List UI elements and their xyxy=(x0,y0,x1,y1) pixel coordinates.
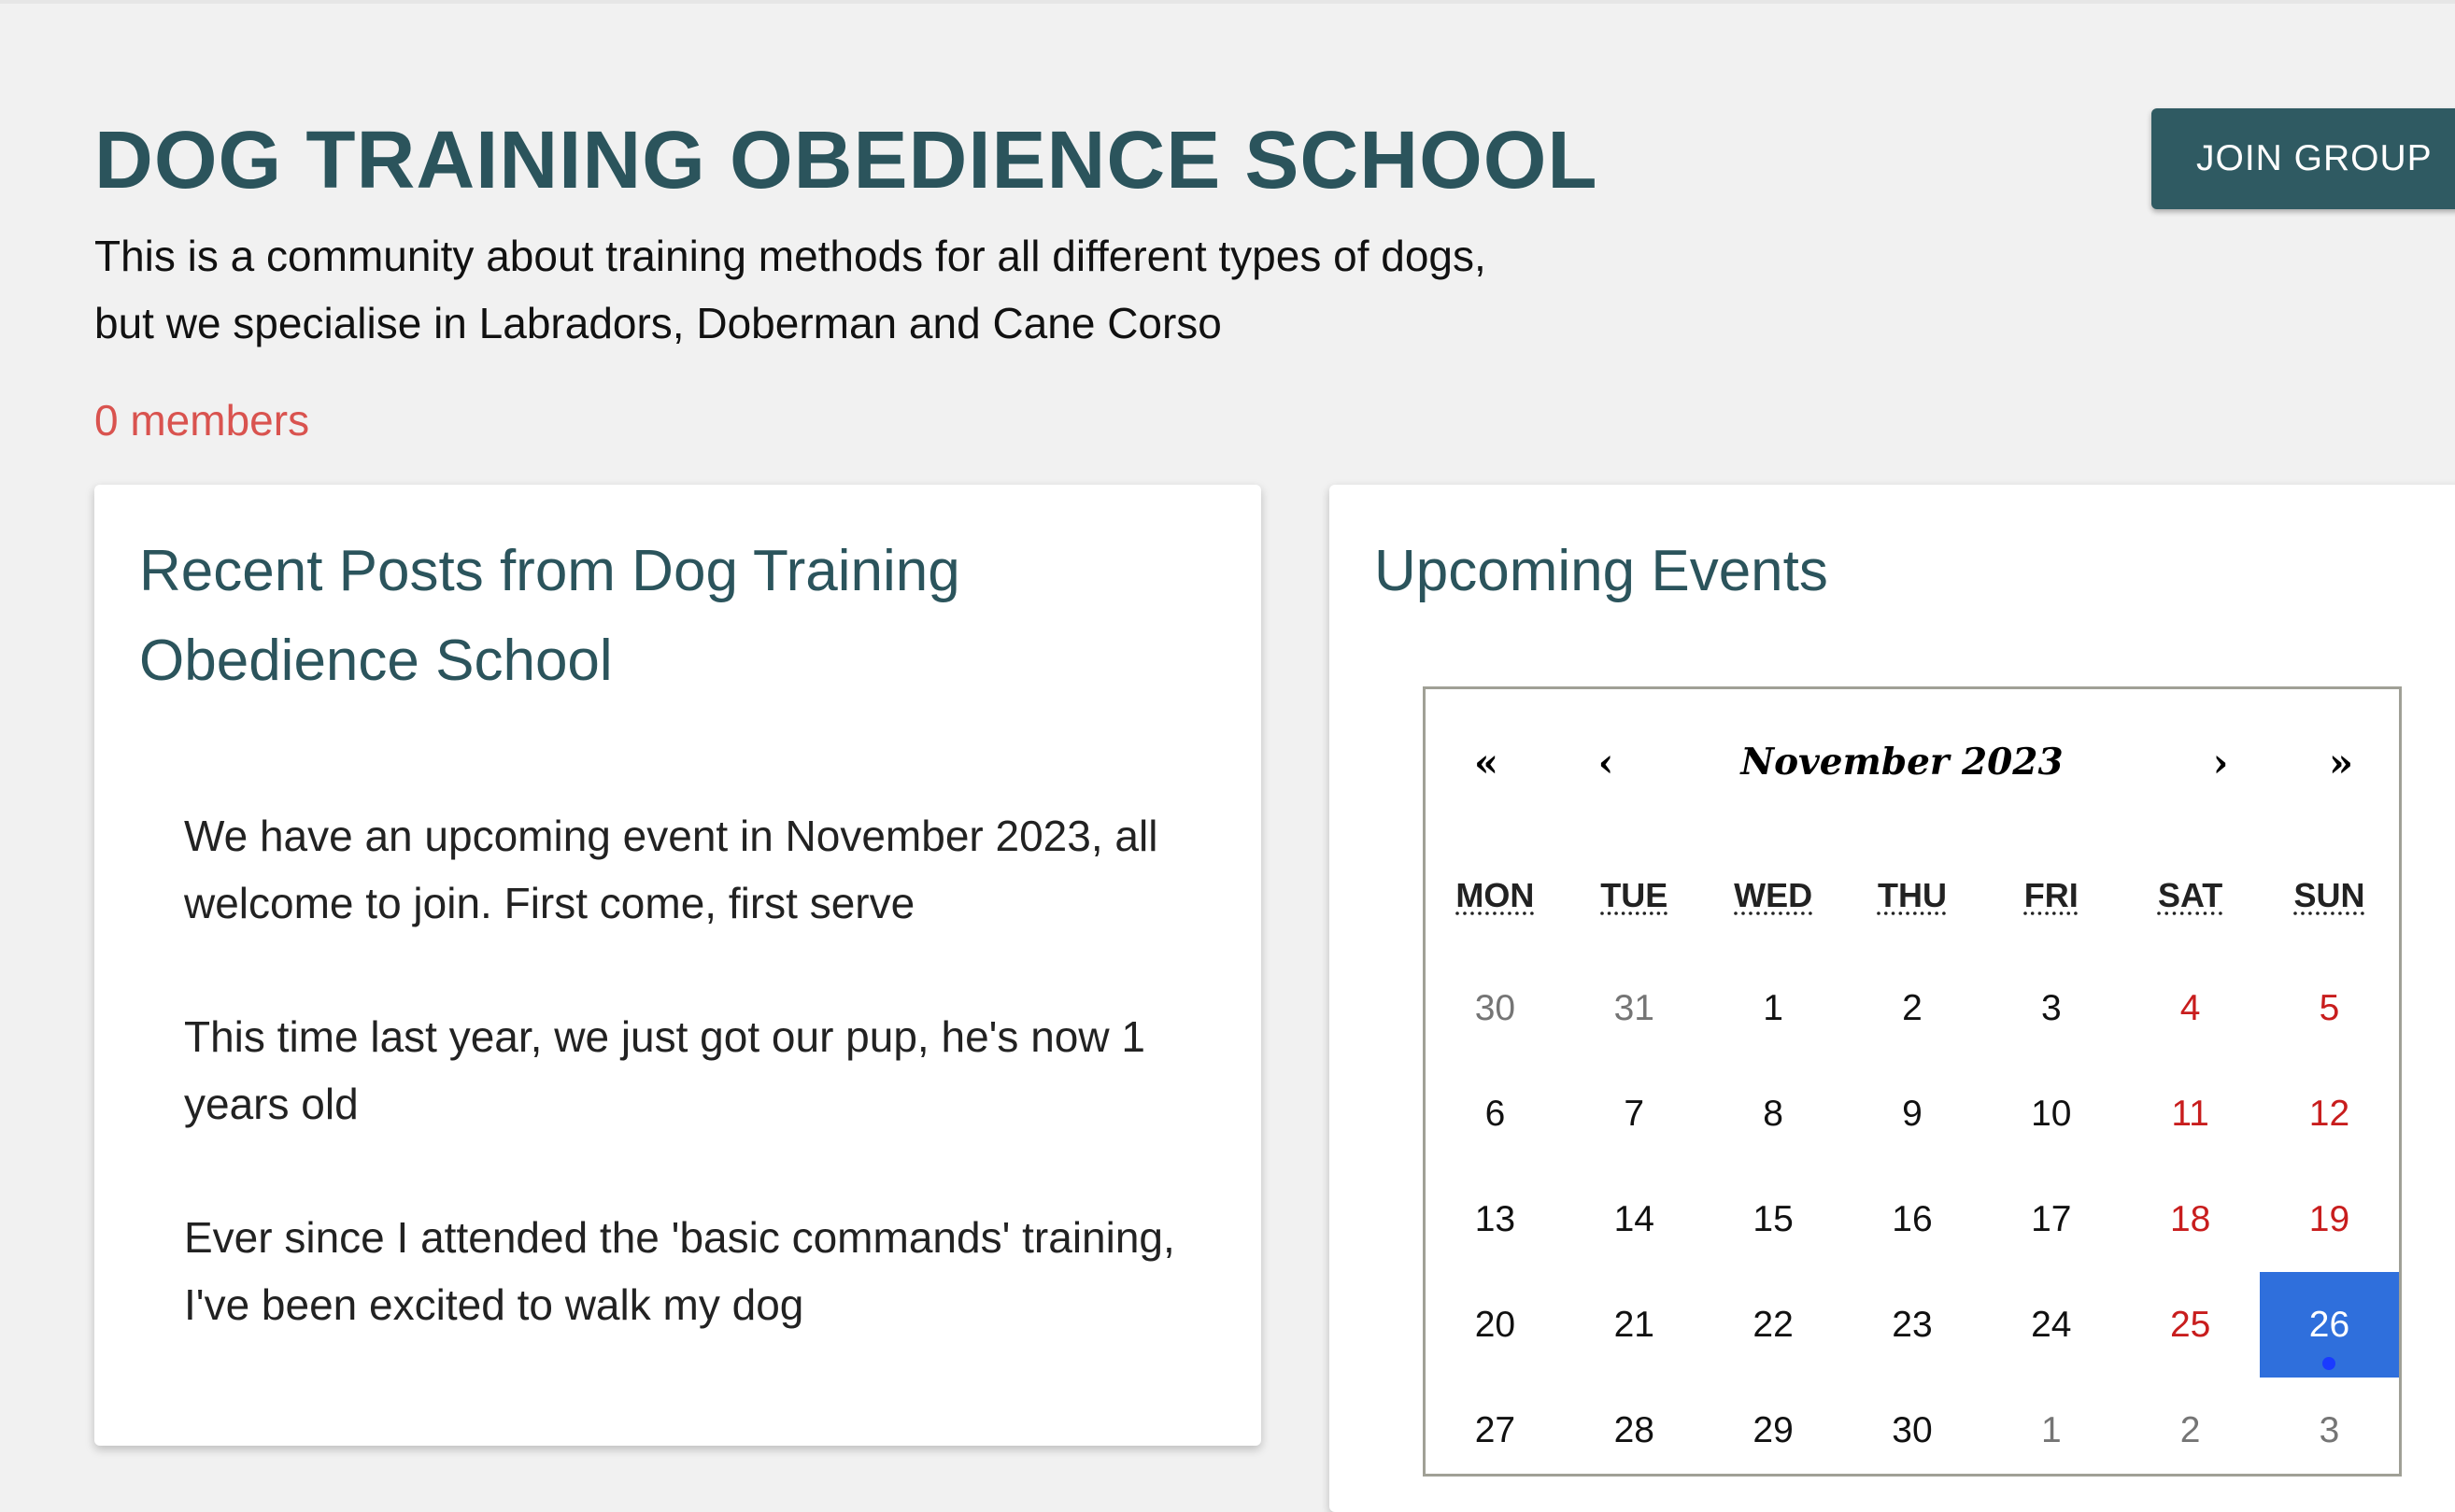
calendar-day[interactable]: 23 xyxy=(1843,1272,1982,1378)
member-count: 0 members xyxy=(94,396,310,445)
weekday-label: TUE xyxy=(1600,876,1668,914)
calendar-day[interactable]: 29 xyxy=(1704,1378,1843,1483)
upcoming-events-card: Upcoming Events « ‹ November 2023 › » MO… xyxy=(1329,485,2455,1512)
calendar: « ‹ November 2023 › » MON TUE WED THU FR… xyxy=(1423,686,2402,1477)
prev-year-button[interactable]: « xyxy=(1449,734,1524,790)
calendar-day[interactable]: 31 xyxy=(1565,955,1704,1061)
calendar-day[interactable]: 4 xyxy=(2121,955,2260,1061)
join-group-button[interactable]: JOIN GROUP xyxy=(2151,108,2455,209)
weekday-label: WED xyxy=(1734,876,1813,914)
weekday-label: THU xyxy=(1877,876,1947,914)
calendar-day[interactable]: 24 xyxy=(1981,1272,2121,1378)
calendar-day[interactable]: 1 xyxy=(1981,1378,2121,1483)
calendar-month-label[interactable]: November 2023 xyxy=(1706,734,2098,790)
calendar-day[interactable]: 25 xyxy=(2121,1272,2260,1378)
calendar-day[interactable]: 30 xyxy=(1843,1378,1982,1483)
calendar-day[interactable]: 22 xyxy=(1704,1272,1843,1378)
next-month-button[interactable]: › xyxy=(2183,734,2258,790)
group-title: DOG TRAINING OBEDIENCE SCHOOL xyxy=(94,115,1598,205)
calendar-day[interactable]: 10 xyxy=(1981,1061,2121,1166)
calendar-day[interactable]: 12 xyxy=(2260,1061,2399,1166)
calendar-day[interactable]: 14 xyxy=(1565,1166,1704,1272)
weekday-label: SAT xyxy=(2157,876,2223,914)
top-border xyxy=(0,0,2455,4)
calendar-day[interactable]: 17 xyxy=(1981,1166,2121,1272)
weekday-label: SUN xyxy=(2293,876,2365,914)
calendar-day[interactable]: 9 xyxy=(1843,1061,1982,1166)
post-item: This time last year, we just got our pup… xyxy=(184,1012,1145,1128)
calendar-day[interactable]: 2 xyxy=(2121,1378,2260,1483)
post-list: We have an upcoming event in November 20… xyxy=(184,802,1193,1405)
calendar-weekdays: MON TUE WED THU FRI SAT SUN xyxy=(1426,876,2399,932)
calendar-day[interactable]: 21 xyxy=(1565,1272,1704,1378)
post-item: We have an upcoming event in November 20… xyxy=(184,812,1158,927)
calendar-day[interactable]: 3 xyxy=(2260,1378,2399,1483)
calendar-day[interactable]: 7 xyxy=(1565,1061,1704,1166)
calendar-day[interactable]: 8 xyxy=(1704,1061,1843,1166)
calendar-day[interactable]: 2 xyxy=(1843,955,1982,1061)
recent-posts-card: Recent Posts from Dog Training Obedience… xyxy=(94,485,1261,1446)
calendar-day[interactable]: 16 xyxy=(1843,1166,1982,1272)
prev-month-button[interactable]: ‹ xyxy=(1568,734,1643,790)
calendar-day[interactable]: 5 xyxy=(2260,955,2399,1061)
post-item: Ever since I attended the 'basic command… xyxy=(184,1213,1175,1329)
calendar-day[interactable]: 27 xyxy=(1426,1378,1565,1483)
calendar-day[interactable]: 3 xyxy=(1981,955,2121,1061)
calendar-day[interactable]: 20 xyxy=(1426,1272,1565,1378)
calendar-day[interactable]: 6 xyxy=(1426,1061,1565,1166)
weekday-label: FRI xyxy=(2023,876,2079,914)
event-dot-icon xyxy=(2322,1357,2336,1370)
calendar-day[interactable]: 1 xyxy=(1704,955,1843,1061)
group-description: This is a community about training metho… xyxy=(94,232,1486,347)
calendar-day[interactable]: 11 xyxy=(2121,1061,2260,1166)
calendar-navigation: « ‹ November 2023 › » xyxy=(1426,689,2399,829)
calendar-day[interactable]: 15 xyxy=(1704,1166,1843,1272)
calendar-days-grid: 30 31 1 2 3 4 5 6 7 8 9 10 11 12 13 14 15 16 17 18 19 20 21 22 2… xyxy=(1426,955,2399,1483)
calendar-day[interactable]: 19 xyxy=(2260,1166,2399,1272)
recent-posts-title: Recent Posts from Dog Training Obedience… xyxy=(139,539,960,693)
calendar-day[interactable]: 30 xyxy=(1426,955,1565,1061)
calendar-day[interactable]: 28 xyxy=(1565,1378,1704,1483)
calendar-day[interactable]: 13 xyxy=(1426,1166,1565,1272)
calendar-day[interactable]: 26 xyxy=(2260,1272,2399,1378)
upcoming-events-title: Upcoming Events xyxy=(1374,539,1828,603)
calendar-day[interactable]: 18 xyxy=(2121,1166,2260,1272)
weekday-label: MON xyxy=(1455,876,1535,914)
next-year-button[interactable]: » xyxy=(2304,734,2378,790)
